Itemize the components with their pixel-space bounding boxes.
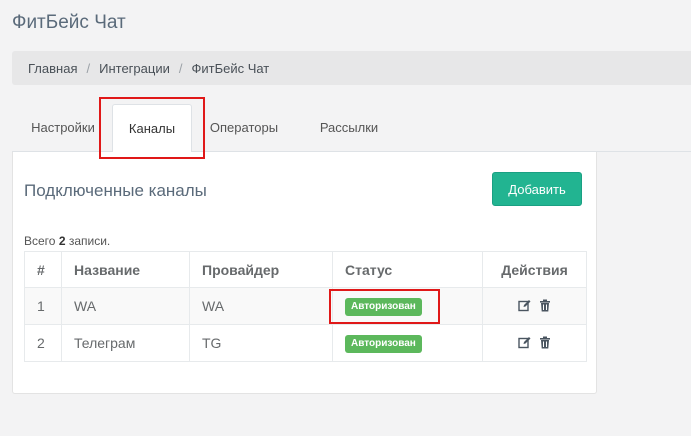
row-provider: WA: [189, 287, 333, 325]
tab-settings[interactable]: Настройки: [16, 104, 110, 152]
edit-icon[interactable]: [518, 336, 531, 352]
breadcrumb-separator: /: [86, 60, 91, 76]
tab-channels[interactable]: Каналы: [112, 104, 192, 153]
row-name: WA: [61, 287, 190, 325]
breadcrumb-separator: /: [178, 60, 183, 76]
column-header-provider: Провайдер: [189, 251, 333, 288]
trash-icon[interactable]: [539, 336, 551, 352]
add-channel-button[interactable]: Добавить: [492, 172, 582, 206]
column-header-name: Название: [61, 251, 190, 288]
tab-mailings[interactable]: Рассылки: [302, 104, 396, 152]
records-total-count: 2: [58, 234, 66, 248]
panel-title: Подключенные каналы: [24, 181, 207, 200]
breadcrumb-current: ФитБейс Чат: [191, 60, 270, 76]
row-num: 2: [24, 324, 62, 362]
table-row: 2 Телеграм TG Авторизован: [24, 324, 587, 362]
table-row: 1 WA WA Авторизован: [24, 287, 587, 325]
channels-panel: Подключенные каналы Добавить Всего 2 зап…: [12, 152, 597, 394]
tab-operators[interactable]: Операторы: [198, 104, 290, 152]
column-header-num: #: [24, 251, 62, 288]
breadcrumb-home[interactable]: Главная: [28, 61, 77, 76]
row-provider: TG: [189, 324, 333, 362]
records-total-prefix: Всего: [24, 234, 56, 248]
records-total-suffix: записи.: [68, 234, 111, 248]
records-total: Всего 2 записи.: [24, 234, 110, 248]
table-header-row: # Название Провайдер Статус Действия: [24, 251, 587, 288]
channels-table: # Название Провайдер Статус Действия 1 W…: [24, 251, 587, 362]
column-header-actions: Действия: [482, 251, 587, 288]
status-badge: Авторизован: [345, 298, 422, 316]
edit-icon[interactable]: [518, 299, 531, 315]
trash-icon[interactable]: [539, 299, 551, 315]
page-title: ФитБейс Чат: [12, 12, 126, 33]
breadcrumb: Главная / Интеграции / ФитБейс Чат: [12, 51, 691, 85]
row-actions: [482, 324, 587, 362]
breadcrumb-integrations[interactable]: Интеграции: [99, 61, 170, 76]
tab-bar: Настройки Каналы Операторы Рассылки: [12, 104, 691, 153]
column-header-status: Статус: [332, 251, 483, 288]
status-badge: Авторизован: [345, 335, 422, 353]
row-actions: [482, 287, 587, 325]
row-status-cell: Авторизован: [332, 324, 483, 362]
row-name: Телеграм: [61, 324, 190, 362]
row-num: 1: [24, 287, 62, 325]
row-status-cell: Авторизован: [332, 287, 483, 325]
